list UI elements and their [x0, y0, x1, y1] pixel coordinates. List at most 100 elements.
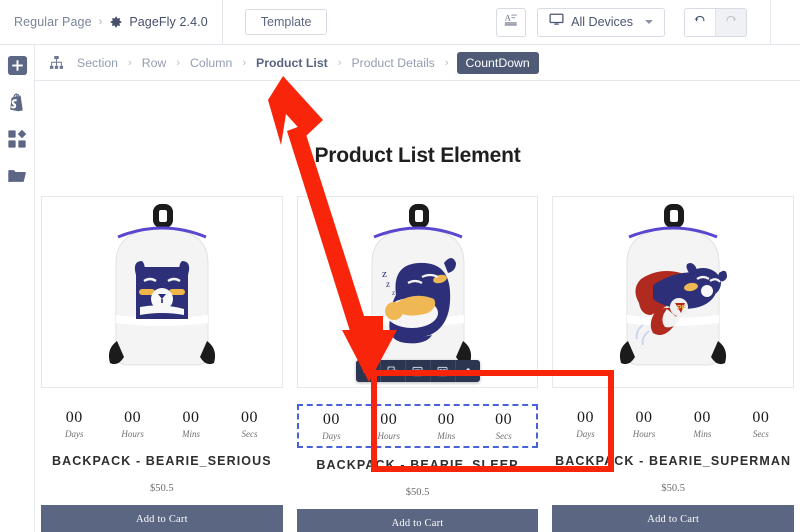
- countdown-value: 00: [240, 409, 258, 426]
- sidebar-item-shopify[interactable]: [7, 92, 28, 117]
- settings-panel-icon[interactable]: [431, 360, 456, 382]
- countdown-value: 00: [437, 411, 455, 428]
- countdown-label: Mins: [437, 430, 456, 441]
- page-name-label[interactable]: Regular Page: [14, 15, 92, 29]
- breadcrumb: Section › Row › Column › Product List › …: [35, 45, 800, 81]
- delete-icon[interactable]: [456, 360, 480, 382]
- duplicate-icon[interactable]: [381, 360, 406, 382]
- countdown-label: Hours: [632, 428, 656, 439]
- breadcrumb-arrow-icon: ›: [242, 56, 247, 69]
- breadcrumb-item-column[interactable]: Column: [188, 56, 234, 70]
- undo-redo-group: [684, 7, 747, 37]
- backpack-bearie-superman-image: PF: [607, 203, 739, 381]
- countdown-unit-mins: 00 Mins: [162, 409, 220, 439]
- undo-icon: [693, 13, 707, 32]
- typography-icon: A: [504, 12, 519, 32]
- svg-text:PF: PF: [677, 305, 687, 312]
- product-card[interactable]: PF 00 Days 00 Hours 00 Mins 00 Secs BACK…: [552, 196, 795, 532]
- product-card[interactable]: z z z 00 Days 00 Hours 00 Mins 00 Secs B…: [296, 196, 539, 532]
- countdown-element[interactable]: 00 Days 00 Hours 00 Mins 00 Secs: [41, 404, 283, 444]
- breadcrumb-item-product-details[interactable]: Product Details: [349, 56, 436, 70]
- countdown-unit-days: 00 Days: [556, 409, 614, 439]
- breadcrumb-arrow-icon: ›: [128, 56, 132, 69]
- template-button[interactable]: Template: [244, 8, 328, 36]
- product-price: $50.5: [150, 483, 174, 495]
- countdown-label: Hours: [377, 430, 401, 441]
- countdown-value: 00: [495, 411, 513, 428]
- sidebar-item-assets[interactable]: [7, 168, 28, 189]
- breadcrumb-item-row[interactable]: Row: [140, 56, 169, 70]
- top-toolbar-right: A All Devices: [496, 0, 800, 45]
- layout-icon[interactable]: [406, 360, 431, 382]
- countdown-label: Hours: [121, 428, 144, 439]
- product-image-frame[interactable]: PF: [552, 196, 795, 388]
- breadcrumb-item-section[interactable]: Section: [75, 56, 120, 70]
- add-to-cart-button[interactable]: Add to Cart: [41, 505, 283, 532]
- countdown-label: Secs: [241, 428, 258, 439]
- countdown-label: Days: [64, 428, 84, 439]
- countdown-unit-days: 00 Days: [45, 409, 103, 439]
- breadcrumb-arrow-icon: ›: [337, 56, 342, 69]
- toolbar-divider-right: [770, 0, 771, 45]
- backpack-bearie-sleep-image: z z z: [352, 203, 484, 381]
- add-to-cart-button[interactable]: Add to Cart: [296, 509, 539, 532]
- product-title[interactable]: BACKPACK - BEARIE_SERIOUS: [41, 453, 283, 471]
- countdown-unit-mins: 00 Mins: [418, 411, 475, 441]
- editor-canvas: Product List Element 00 Days 00 Hours 00…: [35, 81, 800, 532]
- undo-button[interactable]: [685, 8, 715, 36]
- left-rail: [0, 45, 35, 532]
- breadcrumb-item-product-list[interactable]: Product List: [254, 56, 330, 70]
- svg-text:z: z: [386, 279, 390, 289]
- add-to-cart-button[interactable]: Add to Cart: [552, 505, 795, 532]
- countdown-value: 00: [380, 411, 398, 428]
- sitemap-icon[interactable]: [49, 55, 64, 70]
- countdown-unit-secs: 00 Secs: [220, 409, 278, 439]
- countdown-unit-mins: 00 Mins: [673, 409, 731, 439]
- element-toolbar: [355, 360, 480, 382]
- backpack-bearie-serious-image: [96, 203, 228, 381]
- countdown-label: Days: [576, 428, 595, 439]
- breadcrumb-arrow-icon: ›: [444, 56, 449, 69]
- page-title: Product List Element: [314, 144, 521, 167]
- top-toolbar: Regular Page › PageFly 2.4.0 Template A: [0, 0, 800, 45]
- breadcrumb-item-countdown[interactable]: CountDown: [456, 51, 539, 74]
- countdown-element[interactable]: 00 Days 00 Hours 00 Mins 00 Secs: [552, 404, 794, 444]
- pagefly-editor: Regular Page › PageFly 2.4.0 Template A: [0, 0, 800, 532]
- add-element-icon: [7, 55, 28, 81]
- countdown-value: 00: [752, 409, 770, 426]
- sidebar-item-add-element[interactable]: [7, 55, 28, 81]
- breadcrumb-separator-icon: ›: [98, 16, 103, 28]
- countdown-unit-hours: 00 Hours: [103, 409, 161, 439]
- brand-link[interactable]: PageFly 2.4.0: [109, 15, 208, 29]
- countdown-unit-days: 00 Days: [303, 411, 360, 441]
- countdown-unit-secs: 00 Secs: [732, 409, 790, 439]
- countdown-value: 00: [635, 409, 653, 426]
- countdown-unit-secs: 00 Secs: [475, 411, 532, 441]
- product-title[interactable]: BACKPACK - BEARIE_SUPERMAN: [552, 453, 794, 471]
- product-card[interactable]: 00 Days 00 Hours 00 Mins 00 Secs BACKPAC…: [41, 196, 283, 532]
- shopify-icon: [8, 92, 27, 117]
- countdown-value: 00: [693, 409, 711, 426]
- countdown-value: 00: [124, 409, 142, 426]
- countdown-element-selected[interactable]: 00 Days 00 Hours 00 Mins 00 Secs: [296, 404, 539, 448]
- library-grid-icon: [7, 129, 27, 154]
- svg-text:A: A: [504, 13, 510, 22]
- product-title[interactable]: BACKPACK - BEARIE_SLEEP: [297, 457, 539, 475]
- redo-icon: [724, 13, 738, 32]
- folder-icon: [7, 166, 27, 191]
- sidebar-item-library[interactable]: [7, 129, 28, 154]
- product-image-frame[interactable]: [41, 196, 283, 388]
- countdown-label: Mins: [693, 428, 712, 439]
- top-toolbar-left: Regular Page › PageFly 2.4.0: [0, 0, 208, 45]
- typography-button[interactable]: A: [496, 7, 527, 37]
- countdown-value: 00: [577, 409, 595, 426]
- product-list: 00 Days 00 Hours 00 Mins 00 Secs BACKPAC…: [35, 168, 800, 532]
- move-handle-icon[interactable]: [356, 360, 381, 382]
- countdown-value: 00: [322, 411, 340, 428]
- countdown-value: 00: [182, 409, 200, 426]
- countdown-label: Secs: [752, 428, 769, 439]
- chevron-down-icon: [645, 20, 653, 24]
- device-selector-label: All Devices: [571, 15, 633, 29]
- device-selector[interactable]: All Devices: [537, 7, 665, 37]
- breadcrumb-arrow-icon: ›: [176, 56, 180, 69]
